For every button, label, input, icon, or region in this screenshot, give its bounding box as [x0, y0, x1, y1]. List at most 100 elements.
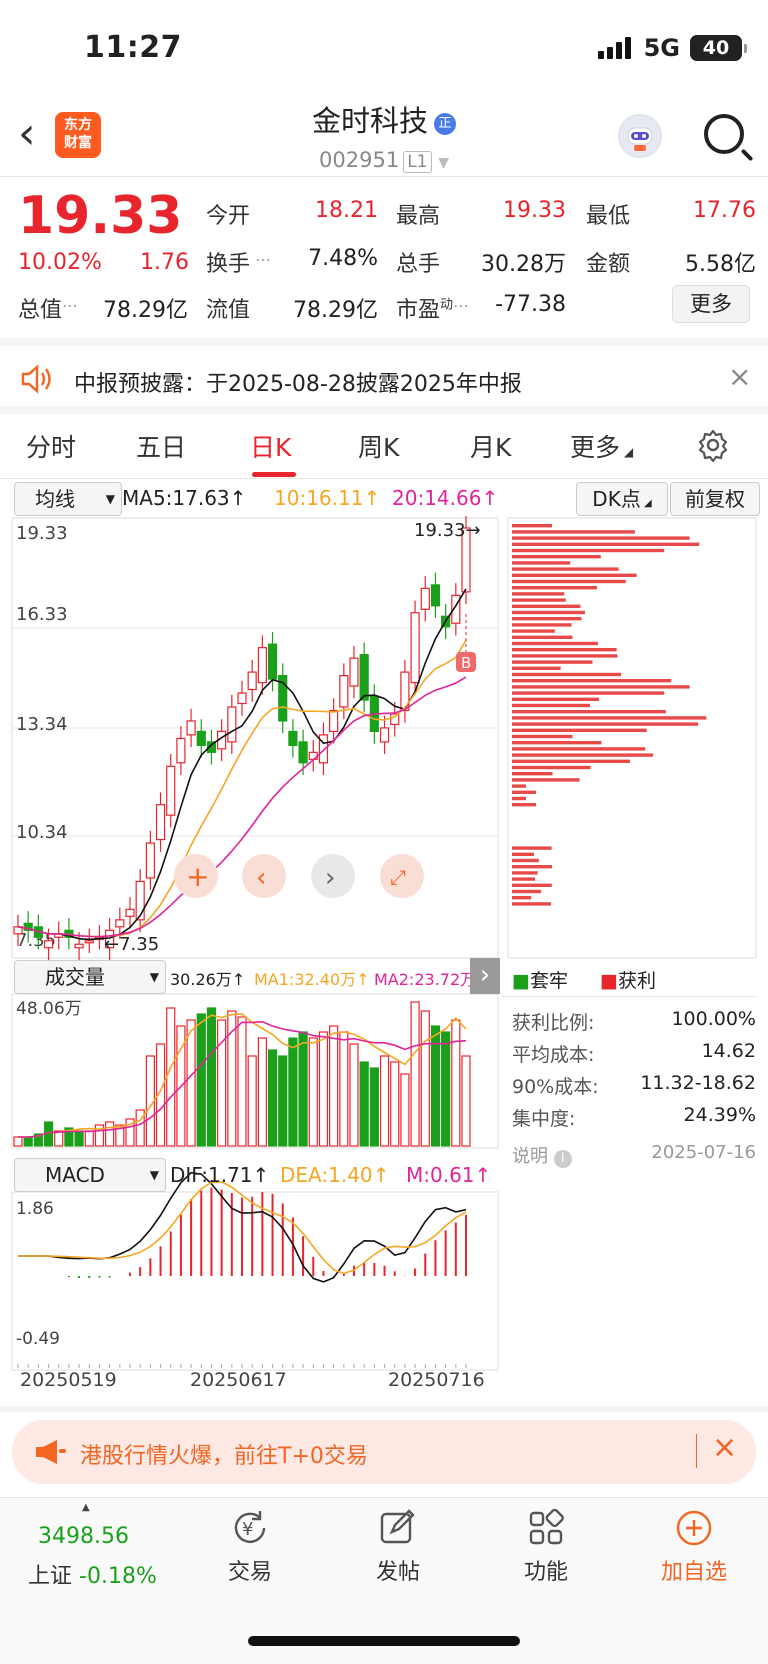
chip-bar — [512, 536, 690, 540]
chip-bar — [512, 772, 553, 776]
grid-icon — [529, 1508, 564, 1545]
volume-bar — [196, 1013, 206, 1147]
low-label: 最低 — [586, 204, 631, 229]
y-tick-label: 16.33 — [16, 604, 68, 625]
tab-more[interactable]: 更多 ◢ — [570, 428, 633, 464]
volume-bar — [420, 1010, 430, 1147]
chip-bar — [512, 561, 571, 565]
home-indicator — [248, 1636, 520, 1646]
chip-bar — [512, 641, 598, 646]
dk-point-button[interactable]: DK点 ◢ — [576, 482, 668, 516]
nav-functions[interactable]: 功能 — [486, 1508, 606, 1586]
edit-icon — [380, 1509, 415, 1544]
chip-bar — [512, 672, 622, 677]
volume-bar — [186, 1019, 196, 1147]
stock-badge-icon: 正 — [434, 113, 456, 135]
nav-add-watchlist[interactable]: 加自选 — [634, 1508, 754, 1586]
info-dots-icon[interactable]: ⋯ — [250, 250, 271, 269]
info-dots-icon[interactable]: ⋯ — [62, 296, 78, 315]
high-marker: 19.33→ — [414, 520, 481, 541]
volume-label: 总手 — [396, 252, 441, 277]
robot-avatar-icon[interactable] — [618, 114, 662, 158]
chip-bar — [512, 765, 591, 770]
high-value: 19.33 — [503, 198, 566, 223]
chip-bar — [512, 648, 617, 652]
chip-bar — [512, 555, 601, 559]
chip-bar — [512, 858, 539, 863]
macd-bottom-label: -0.49 — [16, 1329, 60, 1349]
concentration-label: 集中度: — [512, 1108, 576, 1130]
volume-bar — [451, 1019, 461, 1147]
chip-bar — [512, 716, 707, 720]
volume-bar — [23, 1136, 33, 1147]
date-ticks — [17, 1364, 467, 1368]
nav-trade[interactable]: ¥ 交易 — [190, 1508, 310, 1586]
notice-bar[interactable]: 中报预披露：于2025-08-28披露2025年中报 × — [0, 346, 768, 414]
tab-daily-k[interactable]: 日K — [250, 428, 291, 464]
volume-bar — [278, 1055, 288, 1147]
float-cap-label: 流值 — [206, 298, 251, 323]
settings-gear-icon[interactable] — [696, 428, 730, 466]
chip-bar — [512, 635, 573, 639]
divider — [0, 176, 768, 177]
macd-bars — [67, 1187, 467, 1279]
chip-date: 2025-07-16 — [651, 1142, 756, 1163]
candle — [115, 919, 125, 928]
chevron-down-icon: ▼ — [438, 155, 449, 171]
low-value: 17.76 — [693, 198, 756, 223]
promo-banner[interactable]: 港股行情火爆，前往T+0交易 × — [12, 1420, 756, 1484]
candle — [420, 587, 430, 610]
index-row[interactable]: 上证 -0.18% — [28, 1558, 157, 1590]
volume-bar — [369, 1067, 379, 1147]
chip-bar — [512, 617, 582, 621]
candle — [125, 908, 135, 917]
chip-bar — [512, 759, 631, 763]
search-icon[interactable] — [704, 114, 744, 154]
close-icon[interactable]: × — [712, 1430, 737, 1465]
collapse-arrow-icon[interactable]: › — [470, 958, 500, 994]
b-marker-text: B — [461, 654, 471, 672]
tab-weekly-k[interactable]: 周K — [358, 428, 399, 464]
ma-indicator-select[interactable]: 均线 ▼ — [14, 482, 122, 516]
candle — [196, 730, 206, 746]
tab-five-day[interactable]: 五日 — [136, 428, 186, 464]
chip-bar — [512, 784, 526, 788]
notice-text: 中报预披露：于2025-08-28披露2025年中报 — [74, 372, 522, 397]
profit-ratio-value: 100.00% — [671, 1008, 756, 1030]
divider — [0, 338, 768, 346]
chip-bar — [512, 790, 536, 794]
close-icon[interactable]: × — [728, 360, 751, 393]
chip-bar — [512, 883, 552, 887]
macd-indicator-select[interactable]: MACD ▼ — [14, 1158, 166, 1192]
svg-text:¥: ¥ — [242, 1519, 253, 1540]
candle — [186, 720, 196, 736]
forward-adjust-button[interactable]: 前复权 — [670, 482, 760, 516]
ma20-legend: 20:14.66↑ — [392, 486, 499, 510]
turnover-label: 换手 ⋯ — [206, 250, 272, 277]
pe-value: -77.38 — [495, 292, 566, 317]
chip-bar — [512, 778, 580, 782]
tab-monthly-k[interactable]: 月K — [470, 428, 511, 464]
current-price: 19.33 — [18, 186, 183, 246]
volume-max-label: 48.06万 — [16, 999, 82, 1019]
chip-bar — [512, 722, 699, 726]
tab-intraday[interactable]: 分时 — [26, 428, 76, 464]
candle — [43, 940, 54, 949]
chip-note[interactable]: 说明 i — [512, 1142, 572, 1168]
chip-bar — [512, 654, 618, 658]
info-dots-icon[interactable]: ⋯ — [453, 296, 469, 315]
volume-indicator-select[interactable]: 成交量 ▼ — [14, 960, 166, 994]
chip-bar — [512, 598, 566, 602]
candle — [166, 765, 176, 816]
more-quote-button[interactable]: 更多 — [672, 285, 750, 323]
chip-bar — [512, 728, 647, 732]
high-label: 最高 — [396, 204, 441, 229]
volume-bar — [257, 1037, 267, 1147]
index-value[interactable]: 3498.56 — [38, 1524, 129, 1549]
amount-label: 金额 — [586, 252, 631, 277]
avg-cost-value: 14.62 — [701, 1040, 756, 1062]
add-circle-icon — [676, 1510, 712, 1546]
volume-bar — [400, 1073, 410, 1147]
nav-post[interactable]: 发帖 — [338, 1508, 458, 1586]
chip-bar — [512, 573, 637, 577]
